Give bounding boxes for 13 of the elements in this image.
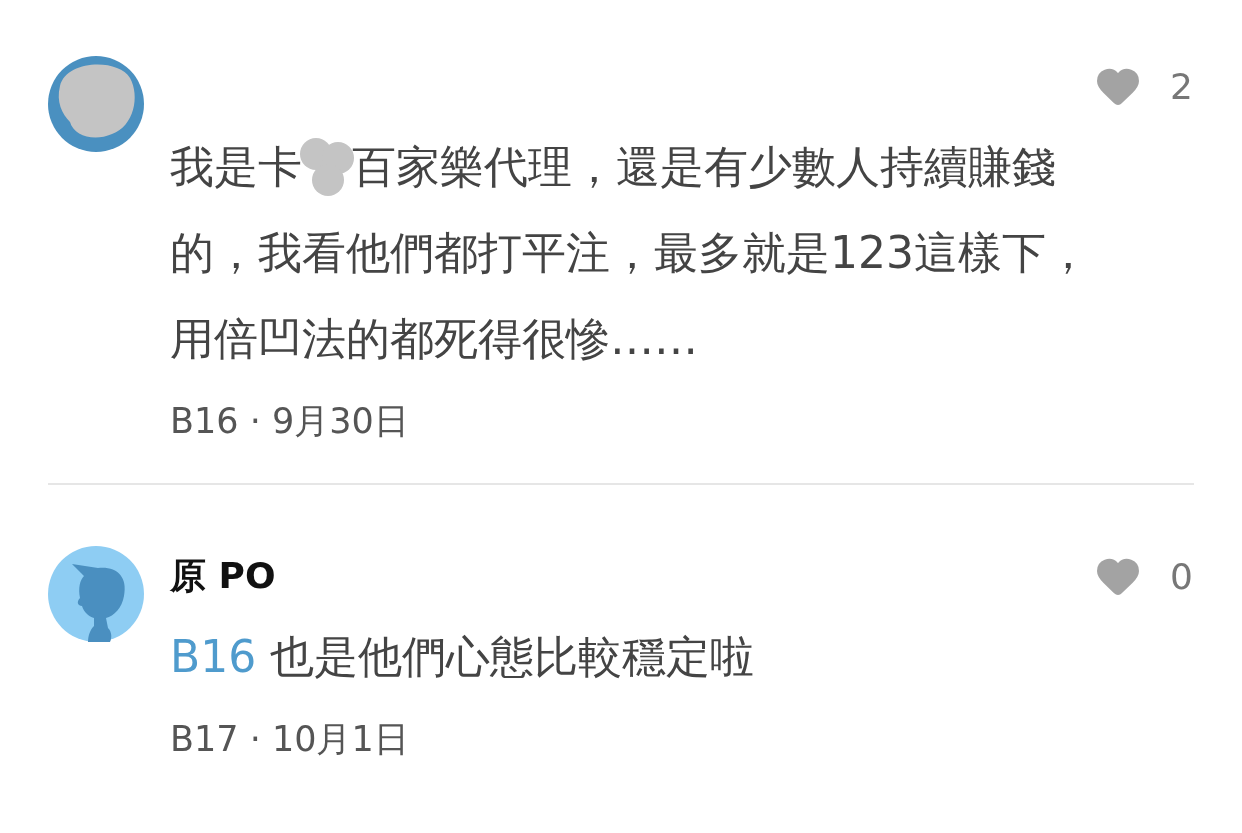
comment-text: 也是他們心態比較穩定啦 (270, 630, 755, 684)
like-count: 0 (1170, 555, 1194, 597)
floor-date: B16 · 9月30日 (170, 400, 409, 443)
comment-text: 百家樂代理，還是有少數人持續賺錢 (352, 140, 1056, 194)
avatar-icon (48, 546, 144, 642)
comment-text: 的，我看他們都打平注，最多就是123這樣下， (170, 226, 1090, 280)
comment-text: 用倍凹法的都死得很慘…… (170, 312, 698, 366)
like-count: 2 (1170, 65, 1194, 107)
reply-mention-link[interactable]: B16 (170, 614, 257, 700)
floor-date: B17 · 10月1日 (170, 718, 409, 761)
comment-text: 我是卡 (170, 140, 302, 194)
avatar-icon (48, 56, 144, 152)
author-name: 原 PO (170, 553, 276, 598)
